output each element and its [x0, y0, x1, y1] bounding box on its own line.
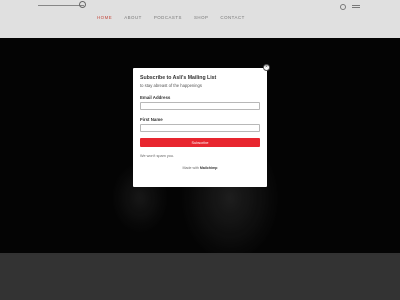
mailchimp-link[interactable]: Mailchimp — [200, 166, 218, 170]
email-field[interactable] — [140, 102, 260, 110]
no-spam-note: We won't spam you. — [140, 154, 174, 158]
modal-title: Subscribe to Asli's Mailing List — [140, 75, 217, 81]
footer-prefix: Made with — [182, 166, 199, 170]
mailing-list-modal: Subscribe to Asli's Mailing List to stay… — [133, 68, 267, 187]
close-icon[interactable]: × — [263, 64, 270, 71]
made-with-mailchimp: Made with Mailchimp — [140, 166, 260, 170]
first-name-label: First Name — [140, 117, 163, 122]
subscribe-button[interactable]: Subscribe — [140, 138, 260, 147]
email-label: Email Address — [140, 95, 171, 100]
modal-subtitle: to stay abreast of the happenings — [140, 83, 202, 88]
first-name-field[interactable] — [140, 124, 260, 132]
